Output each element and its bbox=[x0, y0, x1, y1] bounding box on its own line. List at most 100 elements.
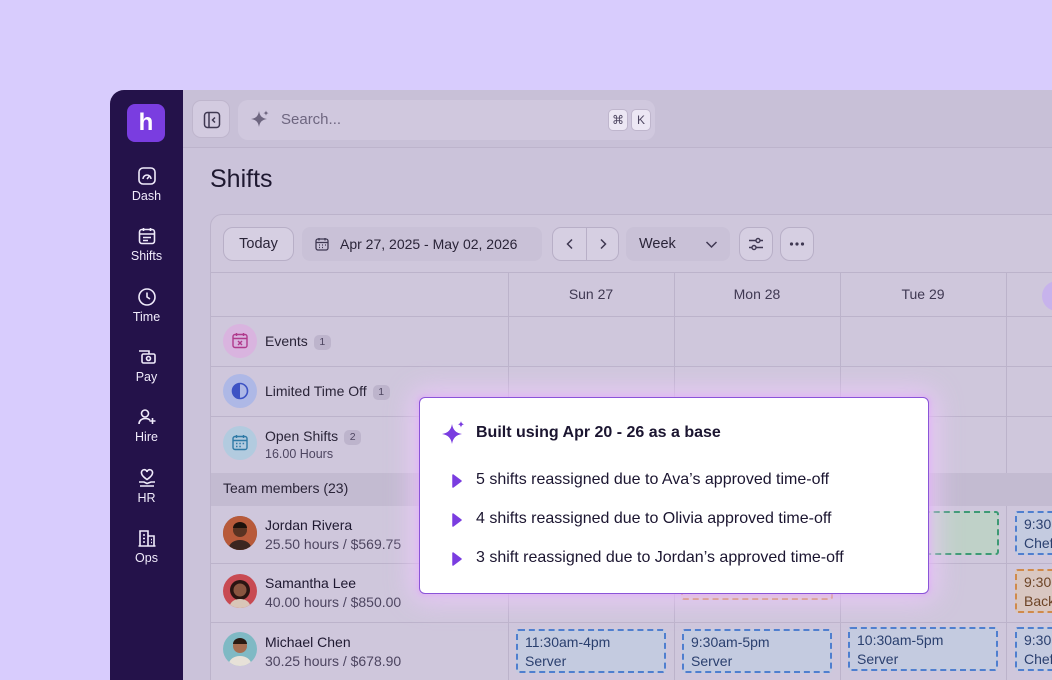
events-count-badge: 1 bbox=[313, 335, 331, 350]
avatar bbox=[223, 632, 257, 666]
dashboard-gauge-icon bbox=[137, 167, 156, 185]
user-plus-icon bbox=[137, 409, 155, 425]
member-hours: 25.50 hours / $569.75 bbox=[265, 536, 402, 552]
more-horizontal-icon bbox=[789, 242, 805, 246]
day-header-sun: Sun 27 bbox=[568, 286, 614, 302]
member-name[interactable]: Michael Chen bbox=[265, 634, 351, 650]
chevron-down-icon bbox=[705, 241, 718, 249]
sidebar-item-dash[interactable]: Dash bbox=[110, 166, 183, 203]
sidebar-item-label: Hire bbox=[135, 430, 158, 444]
play-triangle-icon bbox=[452, 474, 462, 488]
shift-card[interactable]: 9:30am-5pm Server bbox=[682, 629, 832, 673]
member-hours: 30.25 hours / $678.90 bbox=[265, 653, 402, 669]
today-marker bbox=[1042, 281, 1052, 311]
shift-role: Server bbox=[525, 653, 567, 669]
shift-card[interactable]: 9:30 Back bbox=[1015, 569, 1052, 613]
app-logo[interactable]: h bbox=[127, 104, 165, 142]
events-row-label: Events 1 bbox=[265, 333, 331, 350]
popup-item-text: 5 shifts reassigned due to Ava’s approve… bbox=[476, 471, 830, 488]
sidebar-collapse-icon bbox=[203, 111, 221, 129]
sidebar: h Dash Shifts Time Pay Hire HR Ops bbox=[110, 90, 183, 680]
play-triangle-icon bbox=[452, 552, 462, 566]
shift-card[interactable]: 10:30am-5pm Server bbox=[848, 627, 998, 671]
member-hours: 40.00 hours / $850.00 bbox=[265, 594, 402, 610]
open-shifts-label-text: Open Shifts bbox=[265, 428, 339, 444]
chevron-left-icon[interactable] bbox=[564, 238, 576, 250]
more-options-button[interactable] bbox=[780, 227, 814, 261]
auto-schedule-summary-popup: Built using Apr 20 - 26 as a base 5 shif… bbox=[419, 397, 929, 594]
chevron-right-icon[interactable] bbox=[597, 238, 609, 250]
shift-card[interactable]: 11:30am-4pm Server bbox=[516, 629, 666, 673]
sidebar-item-label: Time bbox=[132, 310, 161, 324]
person-avatar-icon bbox=[223, 632, 257, 666]
open-shifts-hours: 16.00 Hours bbox=[265, 447, 334, 461]
money-icon bbox=[138, 350, 156, 364]
shift-time: 9:30 bbox=[1024, 574, 1052, 590]
calendar-icon bbox=[315, 238, 329, 251]
view-select[interactable]: Week bbox=[626, 227, 730, 261]
time-off-row-label: Limited Time Off 1 bbox=[265, 383, 390, 400]
shift-card[interactable]: 9:30 Chef bbox=[1015, 511, 1052, 555]
person-avatar-icon bbox=[223, 516, 257, 550]
shift-time: 9:30 bbox=[1024, 516, 1052, 532]
shift-role: Chef bbox=[1024, 535, 1052, 551]
avatar bbox=[223, 574, 257, 608]
open-shifts-row-label: Open Shifts 2 bbox=[265, 428, 362, 445]
week-navigation bbox=[552, 227, 619, 261]
events-label-text: Events bbox=[265, 333, 308, 349]
sidebar-item-label: Pay bbox=[135, 370, 158, 384]
sidebar-item-shifts[interactable]: Shifts bbox=[110, 226, 183, 263]
sidebar-item-label: HR bbox=[137, 491, 156, 505]
sidebar-item-pay[interactable]: Pay bbox=[110, 347, 183, 384]
shift-role: Server bbox=[691, 653, 733, 669]
events-row-icon bbox=[223, 324, 257, 358]
open-shifts-row-icon bbox=[223, 426, 257, 460]
calendar-x-icon bbox=[232, 333, 248, 349]
search-bar[interactable]: Search... ⌘ K bbox=[238, 100, 655, 140]
sidebar-item-hire[interactable]: Hire bbox=[110, 407, 183, 444]
building-icon bbox=[138, 530, 155, 547]
filter-button[interactable] bbox=[739, 227, 773, 261]
shift-time: 10:30am-5pm bbox=[857, 632, 944, 648]
member-name[interactable]: Jordan Rivera bbox=[265, 517, 352, 533]
clock-icon bbox=[137, 288, 156, 306]
popup-title: Built using Apr 20 - 26 as a base bbox=[476, 424, 721, 441]
shift-role: Chef bbox=[1024, 651, 1052, 667]
half-circle-icon bbox=[231, 382, 249, 400]
popup-item-text: 3 shift reassigned due to Jordan’s appro… bbox=[476, 549, 844, 566]
avatar bbox=[223, 516, 257, 550]
time-off-count-badge: 1 bbox=[372, 385, 390, 400]
sidebar-item-label: Ops bbox=[135, 551, 158, 565]
day-header-mon: Mon 28 bbox=[733, 286, 781, 302]
time-off-label-text: Limited Time Off bbox=[265, 383, 367, 399]
calendar-grid-icon bbox=[232, 435, 248, 451]
sidebar-item-time[interactable]: Time bbox=[110, 287, 183, 324]
person-avatar-icon bbox=[223, 574, 257, 608]
date-range-picker[interactable]: Apr 27, 2025 - May 02, 2026 bbox=[302, 227, 542, 261]
collapse-sidebar-button[interactable] bbox=[192, 100, 230, 138]
sidebar-item-label: Shifts bbox=[130, 249, 163, 263]
sliders-icon bbox=[749, 237, 763, 251]
schedule-toolbar: Today Apr 27, 2025 - May 02, 2026 Week bbox=[211, 215, 1052, 273]
calendar-icon bbox=[138, 228, 155, 245]
top-bar: Search... ⌘ K bbox=[183, 90, 1052, 148]
view-select-value: Week bbox=[639, 236, 676, 252]
open-shifts-count-badge: 2 bbox=[344, 430, 362, 445]
sidebar-item-ops[interactable]: Ops bbox=[110, 528, 183, 565]
today-button[interactable]: Today bbox=[223, 227, 294, 261]
search-input[interactable]: Search... bbox=[281, 111, 341, 128]
sparkle-icon bbox=[442, 421, 465, 444]
sidebar-item-hr[interactable]: HR bbox=[110, 468, 183, 505]
shortcut-cmd-key: ⌘ bbox=[608, 109, 628, 131]
sparkle-icon bbox=[251, 110, 269, 127]
day-header-tue: Tue 29 bbox=[901, 286, 945, 302]
shortcut-k-key: K bbox=[631, 109, 651, 131]
member-name[interactable]: Samantha Lee bbox=[265, 575, 356, 591]
shift-card[interactable]: 9:30 Chef bbox=[1015, 627, 1052, 671]
shift-time: 11:30am-4pm bbox=[525, 634, 611, 650]
shift-role: Back bbox=[1024, 593, 1052, 609]
sidebar-item-label: Dash bbox=[131, 189, 162, 203]
shift-role: Server bbox=[857, 651, 899, 667]
page-title: Shifts bbox=[210, 165, 273, 193]
play-triangle-icon bbox=[452, 513, 462, 527]
